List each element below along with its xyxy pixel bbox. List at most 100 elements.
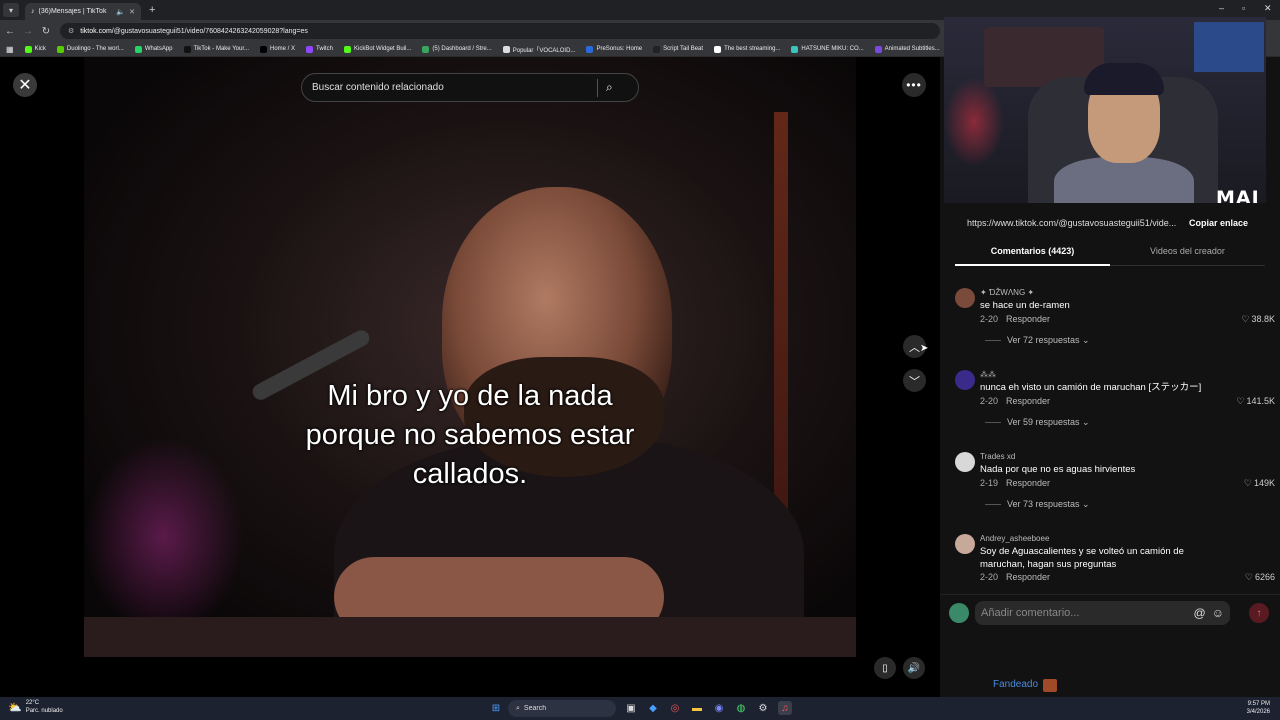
bookmark-item[interactable]: HATSUNE MIKU: CO... — [791, 45, 864, 53]
close-video-button[interactable]: ✕ — [13, 73, 37, 97]
bookmark-item[interactable]: PreSonus: Home — [586, 45, 642, 53]
like-button[interactable]: ♡ 38.8K — [1241, 314, 1275, 325]
taskbar-search-input[interactable] — [523, 705, 584, 712]
add-comment-bar: @ ☺ ↑ — [940, 594, 1280, 640]
site-info-icon[interactable]: ⚙ — [68, 27, 74, 35]
bookmark-item[interactable]: Animated Subtitles... — [874, 45, 940, 53]
view-replies-button[interactable]: Ver 72 respuestas ⌄ — [985, 335, 1090, 346]
url-field[interactable]: ⚙ tiktok.com /@gustavosuasteguii51/video… — [60, 23, 940, 39]
like-button[interactable]: ♡ 149K — [1244, 478, 1275, 489]
comment-item[interactable]: Trades xd Nada por que no es aguas hirvie… — [955, 448, 1275, 530]
bookmark-item[interactable]: Kick — [24, 45, 46, 53]
bookmark-item[interactable]: Home / X — [259, 45, 295, 53]
settings-icon[interactable]: ⚙ — [756, 701, 770, 715]
reload-icon[interactable]: ↻ — [38, 26, 54, 37]
comment-date: 2-20 — [980, 572, 999, 582]
subtitle-line: Mi bro y yo de la nada — [327, 380, 613, 412]
bookmark-item[interactable]: TikTok - Make Your... — [183, 45, 249, 53]
tab-comments[interactable]: Comentarios (4423) — [955, 240, 1110, 266]
reply-button[interactable]: Responder — [1006, 572, 1050, 582]
comment-author[interactable]: ⁂⁂ — [980, 370, 996, 379]
comment-author[interactable]: Andrey_asheeboee — [980, 534, 1049, 543]
video-player[interactable]: Mi bro y yo de la nada porque no sabemos… — [84, 57, 856, 657]
bookmark-item[interactable]: Popular「VOCALOID... — [502, 45, 576, 54]
add-comment-field[interactable]: @ ☺ — [975, 601, 1230, 625]
back-icon[interactable]: ← — [2, 26, 18, 37]
send-comment-button[interactable]: ↑ — [1249, 603, 1269, 623]
bookmark-item[interactable]: Script Tail Beat — [653, 45, 703, 53]
file-explorer-icon[interactable]: ▬ — [690, 701, 704, 715]
related-search-input[interactable] — [312, 82, 597, 93]
comment-author[interactable]: ✦ ƊŽWΛNG ✦ — [980, 288, 1034, 297]
comment-author[interactable]: Trades xd — [980, 452, 1015, 461]
avatar[interactable] — [955, 534, 975, 554]
like-button[interactable]: ♡ 141.5K — [1236, 396, 1275, 407]
taskbar-search[interactable]: ⌕ — [508, 700, 616, 717]
reply-button[interactable]: Responder — [1006, 314, 1050, 324]
view-replies-button[interactable]: Ver 73 respuestas ⌄ — [985, 499, 1090, 510]
chevron-down-icon: ﹀ — [909, 375, 920, 388]
add-comment-input[interactable] — [981, 607, 1194, 619]
comment-item[interactable]: ✦ ƊŽWΛNG ✦ se hace un de-ramen 2-20 Respond… — [955, 284, 1275, 366]
replies-line — [985, 340, 1001, 342]
bookmark-item[interactable]: (5) Dashboard / Stre... — [422, 45, 492, 53]
share-link[interactable]: https://www.tiktok.com/@gustavosuastegui… — [955, 212, 1179, 234]
store-icon[interactable]: ◆ — [646, 701, 660, 715]
app-icon[interactable]: ◎ — [668, 701, 682, 715]
avatar[interactable] — [955, 452, 975, 472]
comment-item[interactable]: ⁂⁂ nunca eh visto un camión de maruchan [… — [955, 366, 1275, 448]
bookmark-label: Popular「VOCALOID... — [512, 47, 576, 54]
close-tab-icon[interactable]: ✕ — [129, 8, 135, 16]
miniplayer-button[interactable]: ▯ — [874, 657, 896, 679]
user-avatar — [949, 603, 969, 623]
discord-icon[interactable]: ◉ — [712, 701, 726, 715]
start-icon[interactable]: ⊞ — [489, 701, 503, 715]
bookmark-favicon-icon — [259, 45, 267, 53]
close-window-icon[interactable]: ✕ — [1264, 3, 1272, 14]
tab-list-button[interactable]: ▾ — [3, 3, 19, 17]
table — [84, 617, 856, 657]
next-video-button[interactable]: ﹀ — [903, 369, 926, 392]
tab-creator-videos[interactable]: Videos del creador — [1110, 240, 1265, 265]
bookmark-item[interactable]: WhatsApp — [134, 45, 173, 53]
weather-widget[interactable]: ⛅ 22°C Parc. nublado — [8, 699, 63, 715]
browser-tab[interactable]: ♪ (36)Mensajes | TikTok 🔈 ✕ — [25, 3, 141, 20]
reply-button[interactable]: Responder — [1006, 478, 1050, 488]
maximize-icon[interactable]: ▫ — [1242, 3, 1245, 13]
system-clock[interactable]: 9:57 PM 3/4/2026 — [1247, 700, 1270, 716]
speaker-icon[interactable]: 🔈 — [116, 8, 125, 16]
related-search-bar[interactable]: ⌕ — [301, 73, 639, 102]
emoji-icon[interactable]: ☺ — [1212, 606, 1224, 620]
avatar[interactable] — [955, 370, 975, 390]
weather-desc: Parc. nublado — [25, 708, 63, 714]
mention-icon[interactable]: @ — [1194, 606, 1206, 620]
webcam-cap — [1084, 63, 1164, 95]
like-count: 149K — [1253, 478, 1275, 488]
search-icon[interactable]: ⌕ — [606, 80, 613, 95]
music-icon[interactable]: ♫ — [778, 701, 792, 715]
task-view-icon[interactable]: ▣ — [624, 701, 638, 715]
more-options-button[interactable]: ••• — [902, 73, 926, 97]
webcam-overlay: MAI — [944, 17, 1266, 203]
forward-icon[interactable]: → — [20, 26, 36, 37]
reply-button[interactable]: Responder — [1006, 396, 1050, 406]
chrome-icon[interactable]: ◍ — [734, 701, 748, 715]
like-button[interactable]: ♡ 6266 — [1245, 572, 1275, 583]
avatar[interactable] — [955, 288, 975, 308]
bookmark-item[interactable]: Twitch — [306, 45, 333, 53]
copy-link-button[interactable]: Copiar enlace — [1189, 218, 1248, 228]
volume-button[interactable]: 🔊 — [903, 657, 925, 679]
subtitle-line: callados. — [412, 458, 528, 490]
new-tab-button[interactable]: + — [149, 4, 155, 16]
view-replies-label: Ver 73 respuestas — [1007, 499, 1080, 509]
bookmark-item[interactable]: The best streaming... — [714, 45, 780, 53]
apps-icon[interactable]: ▦ — [6, 45, 14, 54]
bookmark-label: Home / X — [269, 46, 295, 52]
taskbar-search-icon: ⌕ — [516, 704, 520, 712]
minimize-icon[interactable]: – — [1219, 3, 1224, 13]
bookmark-item[interactable]: KickBot Widget Buil... — [344, 45, 411, 53]
view-replies-button[interactable]: Ver 59 respuestas ⌄ — [985, 417, 1090, 428]
bookmark-label: TikTok - Make Your... — [193, 46, 249, 52]
bookmark-item[interactable]: Duolingo - The worl... — [56, 45, 124, 53]
comment-meta: 2-20 Responder — [980, 314, 1050, 324]
